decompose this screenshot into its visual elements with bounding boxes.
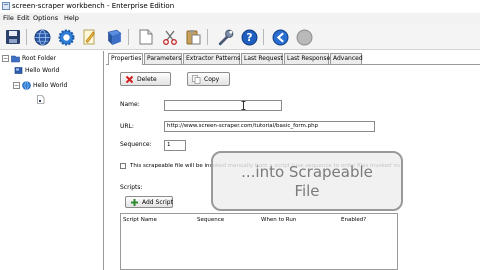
invoke-manually-checkbox[interactable] — [120, 163, 126, 169]
book-icon — [107, 29, 122, 45]
cut-button[interactable] — [160, 27, 180, 47]
settings-button[interactable] — [56, 27, 76, 47]
sequence-label: Sequence: — [120, 141, 152, 148]
tree-collapse-toggle[interactable]: − — [2, 55, 9, 62]
toolbar-separator — [207, 29, 208, 45]
toolbar-separator — [128, 29, 129, 45]
cut-icon — [163, 30, 177, 45]
new-document-icon — [139, 29, 153, 45]
globe-icon — [22, 80, 31, 90]
add-script-button-label: Add Script — [142, 198, 173, 206]
column-header-enabled[interactable]: Enabled? — [341, 216, 366, 224]
gear-icon — [58, 29, 74, 45]
name-label: Name: — [120, 101, 140, 108]
paste-icon — [186, 30, 201, 45]
svg-text:?: ? — [246, 31, 252, 44]
sequence-field[interactable]: 1 — [164, 140, 186, 151]
toolbar: ? — [0, 24, 480, 50]
menu-options[interactable]: Options — [33, 14, 58, 23]
pencil-icon — [83, 29, 95, 45]
delete-button-label: Delete — [137, 75, 157, 83]
column-header-when-to-run[interactable]: When to Run — [261, 216, 296, 224]
menu-edit[interactable]: Edit — [17, 14, 30, 23]
copy-icon — [192, 74, 201, 84]
help-icon: ? — [241, 29, 257, 45]
tools-button[interactable] — [215, 27, 235, 47]
name-field[interactable] — [164, 100, 282, 111]
tree-item-label: Hello World — [33, 81, 68, 89]
column-header-script-name[interactable]: Script Name — [123, 216, 157, 224]
column-header-sequence[interactable]: Sequence — [197, 216, 224, 224]
scraping-session-icon — [14, 66, 23, 74]
copy-button[interactable]: Copy — [187, 72, 230, 86]
scripts-label: Scripts: — [120, 184, 143, 191]
tree-collapse-toggle[interactable]: − — [13, 82, 20, 89]
wrench-icon — [218, 29, 233, 45]
back-button[interactable] — [270, 27, 290, 47]
tab-extractor-patterns[interactable]: Extractor Patterns — [183, 53, 240, 64]
caption-line-2: File — [294, 182, 320, 200]
folder-icon — [11, 55, 20, 62]
tree-item-label: Hello World — [25, 66, 60, 74]
tab-last-response[interactable]: Last Response — [284, 53, 330, 64]
menu-bar: File Edit Options Help — [0, 13, 480, 24]
tree-item-extractor[interactable] — [36, 94, 47, 104]
text-cursor-icon — [241, 101, 246, 110]
save-button[interactable] — [3, 27, 23, 47]
toolbar-separator — [263, 29, 264, 45]
proxy-server-button[interactable] — [32, 27, 52, 47]
caption-line-1: ...into Scrapeable — [241, 163, 373, 181]
stop-icon — [296, 29, 312, 45]
delete-button[interactable]: Delete — [120, 72, 171, 86]
tab-last-request[interactable]: Last Request — [241, 53, 283, 64]
tree-root-folder[interactable]: Root Folder — [11, 53, 56, 63]
delete-icon — [125, 75, 134, 83]
documentation-button[interactable] — [104, 27, 124, 47]
stop-button[interactable] — [294, 27, 314, 47]
tree-item-label: Root Folder — [22, 54, 57, 62]
save-icon — [6, 30, 20, 44]
edit-button[interactable] — [79, 27, 99, 47]
app-icon — [2, 2, 10, 10]
url-field[interactable]: http://www.screen-scraper.com/tutorial/b… — [164, 121, 375, 132]
globe-icon — [34, 29, 50, 45]
tab-strip-border — [106, 64, 480, 65]
add-icon — [131, 198, 138, 206]
window-title: screen-scraper workbench - Enterprise Ed… — [12, 2, 175, 10]
scripts-table: Script Name Sequence When to Run Enabled… — [120, 213, 398, 270]
menu-file[interactable]: File — [3, 14, 14, 23]
toolbar-separator — [26, 29, 27, 45]
help-button[interactable]: ? — [239, 27, 259, 47]
tab-parameters[interactable]: Parameters — [144, 53, 182, 64]
paste-button[interactable] — [183, 27, 203, 47]
copy-button-label: Copy — [204, 75, 220, 83]
tab-advanced[interactable]: Advanced — [330, 53, 363, 64]
tree-item-scrapeable-file[interactable]: Hello World — [22, 80, 67, 90]
caption-overlay: ...into Scrapeable File — [211, 151, 403, 211]
tree-item-scraping-session[interactable]: Hello World — [14, 65, 59, 75]
new-button[interactable] — [136, 27, 156, 47]
url-label: URL: — [120, 123, 134, 130]
document-icon — [37, 94, 45, 104]
object-tree: − Root Folder Hello World − Hello World — [0, 51, 104, 270]
tab-properties[interactable]: Properties — [108, 53, 143, 65]
menu-help[interactable]: Help — [64, 14, 79, 23]
add-script-button[interactable]: Add Script — [125, 196, 173, 208]
back-arrow-icon — [272, 29, 288, 45]
title-bar: screen-scraper workbench - Enterprise Ed… — [0, 0, 480, 12]
